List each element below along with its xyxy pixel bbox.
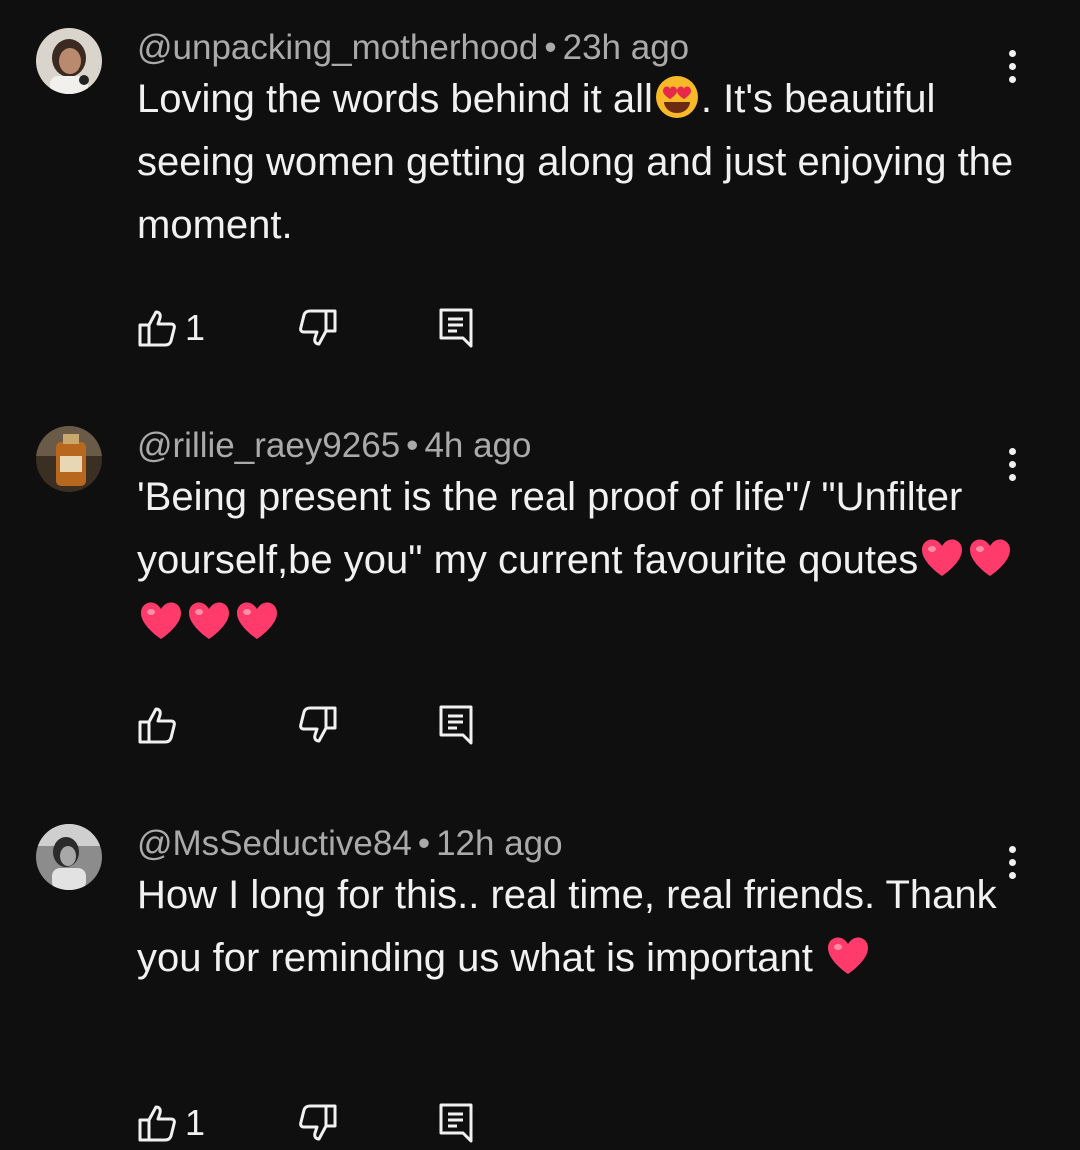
pink-heart-emoji — [825, 933, 871, 979]
comment-author[interactable]: @unpacking_motherhood — [137, 28, 538, 67]
like-button[interactable] — [137, 702, 185, 748]
like-count: 1 — [185, 1102, 206, 1143]
avatar[interactable] — [36, 824, 102, 890]
reply-button[interactable] — [437, 1100, 475, 1146]
thumbs-down-icon — [299, 706, 337, 743]
comment-meta: @rillie_raey9265 • 4h ago — [137, 426, 532, 466]
thumbs-up-icon — [138, 310, 176, 347]
dislike-button[interactable] — [294, 305, 338, 351]
meta-separator: • — [544, 28, 557, 67]
comment-actions: 1 — [137, 305, 537, 351]
reply-icon — [439, 705, 473, 745]
reply-icon — [439, 308, 473, 348]
comment-time: 23h ago — [562, 28, 690, 67]
comment-author[interactable]: @MsSeductive84 — [137, 824, 412, 863]
comment-text: How I long for this.. real time, real fr… — [137, 873, 997, 980]
pink-heart-emoji — [919, 535, 965, 581]
avatar[interactable] — [36, 426, 102, 492]
meta-separator: • — [417, 824, 431, 863]
comment-time: 4h ago — [424, 426, 532, 465]
comment-actions: 1 — [137, 1100, 537, 1146]
thumbs-down-icon — [299, 1104, 337, 1141]
comment-meta: @unpacking_motherhood • 23h ago — [137, 28, 689, 68]
dislike-button[interactable] — [294, 1100, 338, 1146]
pink-heart-emoji — [967, 535, 1013, 581]
pink-heart-emoji — [186, 598, 232, 644]
comment-text: Loving the words behind it all . It's be… — [137, 68, 1017, 257]
pink-heart-emoji — [138, 598, 184, 644]
like-button[interactable]: 1 — [137, 1100, 205, 1146]
heart-eyes-emoji — [654, 74, 700, 120]
pink-heart-emoji — [234, 598, 280, 644]
comment-text: 'Being present is the real proof of life… — [137, 466, 1017, 655]
reply-icon — [439, 1103, 473, 1143]
thumbs-up-icon — [138, 1105, 176, 1142]
comment-actions — [137, 702, 537, 748]
like-count: 1 — [185, 307, 206, 348]
reply-button[interactable] — [437, 305, 475, 351]
comment-meta: @MsSeductive84 • 12h ago — [137, 824, 563, 864]
dislike-button[interactable] — [294, 702, 338, 748]
meta-separator: • — [406, 426, 419, 465]
avatar[interactable] — [36, 28, 102, 94]
like-button[interactable]: 1 — [137, 305, 205, 351]
comment-author[interactable]: @rillie_raey9265 — [137, 426, 400, 465]
reply-button[interactable] — [437, 702, 475, 748]
comment-time: 12h ago — [436, 824, 563, 863]
thumbs-down-icon — [299, 309, 337, 346]
thumbs-up-icon — [138, 707, 176, 744]
